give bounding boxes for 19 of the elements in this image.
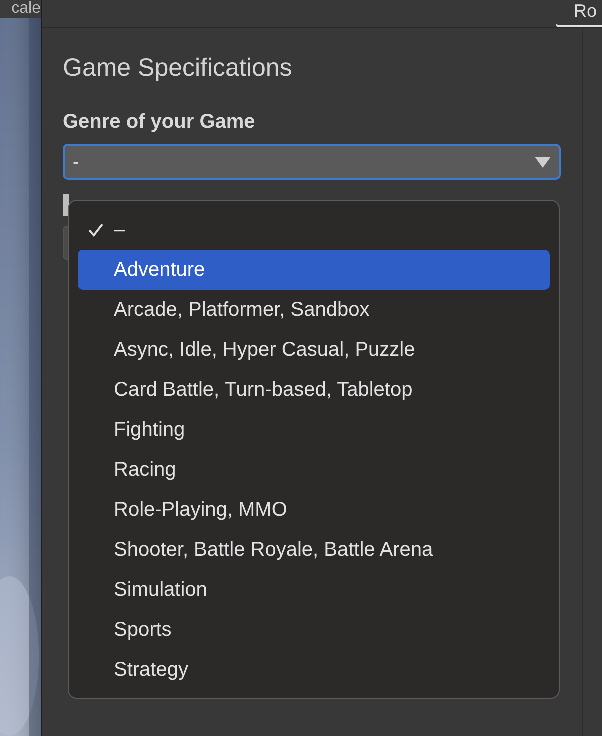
checkmark-icon bbox=[88, 223, 104, 237]
menu-item[interactable]: Strategy bbox=[78, 650, 550, 690]
covered-label bbox=[63, 194, 69, 216]
section-title: Game Specifications bbox=[63, 53, 294, 84]
caret-icon bbox=[535, 156, 551, 168]
menu-item[interactable]: Async, Idle, Hyper Casual, Puzzle bbox=[78, 330, 550, 370]
menu-item[interactable]: Card Battle, Turn-based, Tabletop bbox=[78, 370, 550, 410]
menu-item[interactable]: Role-Playing, MMO bbox=[78, 490, 550, 530]
menu-item[interactable]: Racing bbox=[78, 450, 550, 490]
genre-dropdown[interactable]: - bbox=[63, 144, 561, 180]
menu-item[interactable]: – bbox=[78, 210, 550, 250]
panel-tab[interactable]: Ro bbox=[556, 0, 602, 27]
menu-item[interactable]: Shooter, Battle Royale, Battle Arena bbox=[78, 530, 550, 570]
menu-item[interactable]: Adventure bbox=[78, 250, 550, 290]
menu-item[interactable]: Sports bbox=[78, 610, 550, 650]
field-label: Genre of your Game bbox=[63, 110, 256, 135]
menu-item[interactable]: Fighting bbox=[78, 410, 550, 450]
menu-item[interactable]: Simulation bbox=[78, 570, 550, 610]
menu-item[interactable]: Arcade, Platformer, Sandbox bbox=[78, 290, 550, 330]
